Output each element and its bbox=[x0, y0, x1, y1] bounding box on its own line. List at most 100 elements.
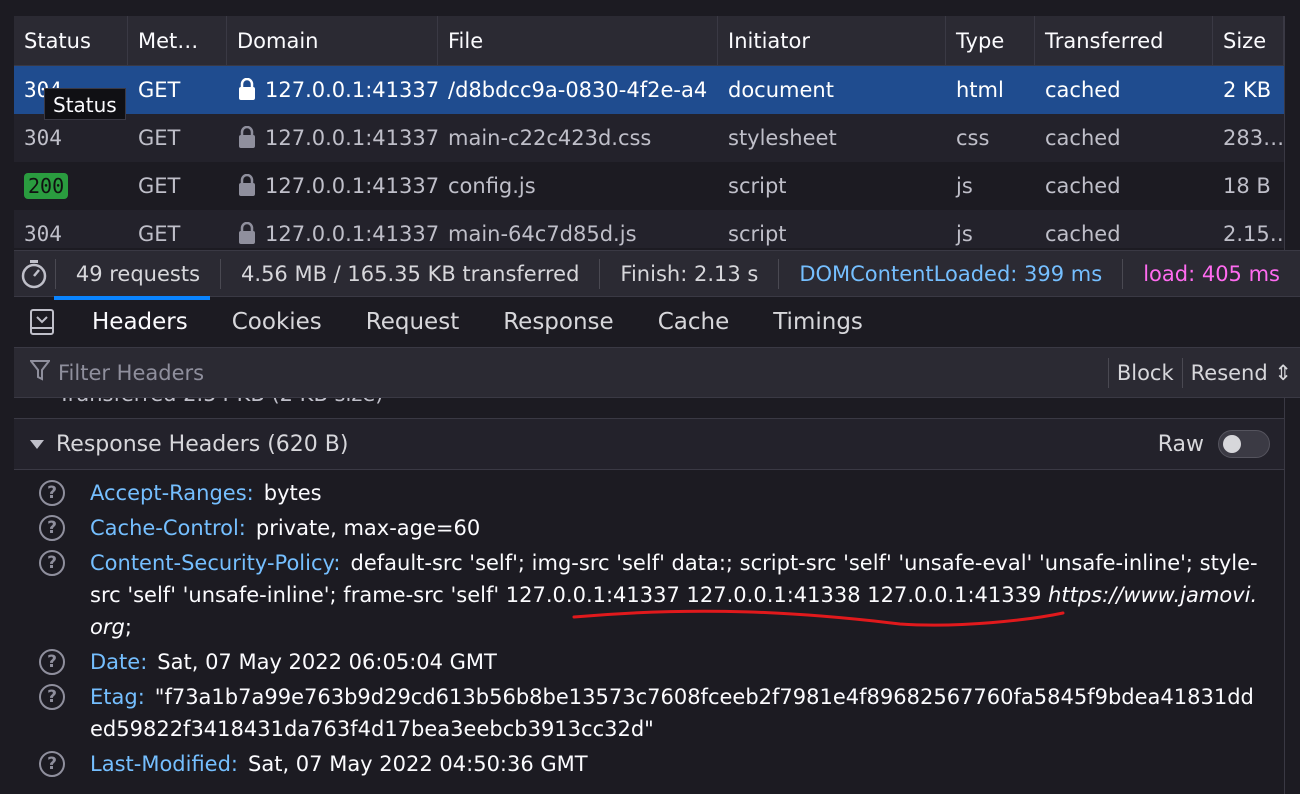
tab-response[interactable]: Response bbox=[481, 297, 635, 347]
headers-list: ? Accept-Ranges: bytes ? Cache-Control: pr… bbox=[14, 470, 1284, 780]
help-icon[interactable]: ? bbox=[39, 684, 65, 710]
table-row[interactable]: 304 GET 127.0.0.1:41337 /d8bdcc9a-0830-4… bbox=[14, 66, 1284, 114]
header-row[interactable]: ? Cache-Control: private, max-age=60 bbox=[14, 509, 1284, 544]
transferred-cell: cached bbox=[1045, 222, 1121, 246]
header-value: bytes bbox=[263, 481, 322, 505]
details-scrollbar[interactable] bbox=[1284, 398, 1300, 794]
status-cell: 304 bbox=[24, 222, 62, 246]
raw-toggle-wrapper: Raw bbox=[1158, 430, 1270, 458]
initiator-cell: script bbox=[728, 222, 787, 246]
resend-label: Resend bbox=[1190, 360, 1268, 385]
chevron-updown-icon: ⇕ bbox=[1274, 360, 1292, 385]
type-cell: css bbox=[956, 126, 990, 150]
header-value: private, max-age=60 bbox=[255, 516, 481, 540]
domain-text: 127.0.0.1:41337 bbox=[265, 78, 438, 102]
tab-headers[interactable]: Headers bbox=[54, 296, 210, 347]
size-cell: 18 B bbox=[1223, 174, 1271, 198]
stopwatch-icon[interactable] bbox=[14, 258, 56, 289]
response-headers-section[interactable]: Response Headers (620 B) Raw bbox=[14, 418, 1284, 470]
header-row[interactable]: ? Last-Modified: Sat, 07 May 2022 04:50:3… bbox=[14, 745, 1284, 780]
table-row[interactable]: 304 GET 127.0.0.1:41337 main-64c7d85d.js… bbox=[14, 210, 1284, 248]
tab-cache[interactable]: Cache bbox=[636, 297, 752, 347]
status-summary-bar: 49 requests 4.56 MB / 165.35 KB transfer… bbox=[14, 250, 1300, 296]
domcontentloaded-time: DOMContentLoaded: 399 ms bbox=[779, 258, 1124, 289]
method-cell: GET bbox=[138, 126, 181, 150]
headers-panel: Transferred 2.54 KB (2 KB size) Response… bbox=[14, 398, 1284, 794]
top-strip bbox=[0, 0, 1300, 16]
tab-cookies[interactable]: Cookies bbox=[210, 297, 344, 347]
domain-text: 127.0.0.1:41337 bbox=[265, 174, 438, 198]
header-name: Content-Security-Policy: bbox=[90, 551, 341, 575]
filter-icon bbox=[28, 359, 52, 386]
header-name: Cache-Control: bbox=[90, 516, 246, 540]
domain-cell: 127.0.0.1:41337 bbox=[227, 210, 438, 248]
column-header-type[interactable]: Type bbox=[946, 16, 1035, 65]
block-button[interactable]: Block bbox=[1107, 357, 1182, 388]
raw-label: Raw bbox=[1157, 431, 1204, 457]
file-cell: /d8bdcc9a-0830-4f2e-a4 bbox=[448, 78, 708, 102]
lock-icon bbox=[237, 69, 257, 100]
initiator-cell: stylesheet bbox=[728, 126, 837, 150]
status-cell: 200 bbox=[14, 162, 128, 210]
table-header: Status Met… Domain File Initiator Type T… bbox=[14, 16, 1284, 66]
header-row[interactable]: ? Content-Security-Policy: default-src 's… bbox=[14, 544, 1284, 643]
domain-text: 127.0.0.1:41337 bbox=[265, 222, 438, 246]
method-cell: GET bbox=[138, 78, 181, 102]
help-icon[interactable]: ? bbox=[39, 649, 65, 675]
domain-cell: 127.0.0.1:41337 bbox=[227, 114, 438, 162]
status-cell: 304 bbox=[24, 126, 62, 150]
tab-timings[interactable]: Timings bbox=[751, 297, 885, 347]
header-value: "f73a1b7a99e763b9d29cd613b56b8be13573c76… bbox=[90, 685, 1254, 741]
requests-scrollbar[interactable] bbox=[1284, 16, 1300, 250]
finish-time: Finish: 2.13 s bbox=[600, 258, 780, 289]
expand-caret-icon[interactable] bbox=[30, 439, 44, 449]
header-row[interactable]: ? Accept-Ranges: bytes bbox=[14, 474, 1284, 509]
header-row[interactable]: ? Date: Sat, 07 May 2022 06:05:04 GMT bbox=[14, 643, 1284, 678]
raw-toggle[interactable] bbox=[1218, 430, 1270, 458]
type-cell: js bbox=[956, 222, 973, 246]
load-time: load: 405 ms bbox=[1143, 261, 1280, 286]
column-header-status[interactable]: Status bbox=[14, 16, 128, 65]
previous-section-cutoff: Transferred 2.54 KB (2 KB size) bbox=[14, 398, 1284, 418]
header-value-tail: ; bbox=[124, 615, 132, 639]
header-row[interactable]: ? Etag: "f73a1b7a99e763b9d29cd613b56b8be1… bbox=[14, 678, 1284, 745]
method-cell: GET bbox=[138, 222, 181, 246]
status-badge: 200 bbox=[24, 173, 69, 199]
column-header-domain[interactable]: Domain bbox=[227, 16, 438, 65]
header-value: Sat, 07 May 2022 04:50:36 GMT bbox=[248, 752, 588, 776]
cutoff-text: Transferred 2.54 KB (2 KB size) bbox=[58, 398, 383, 406]
column-header-initiator[interactable]: Initiator bbox=[718, 16, 946, 65]
type-cell: js bbox=[956, 174, 973, 198]
help-icon[interactable]: ? bbox=[39, 480, 65, 506]
left-strip bbox=[0, 0, 14, 794]
header-name: Date: bbox=[90, 650, 148, 674]
tab-request[interactable]: Request bbox=[344, 297, 481, 347]
initiator-cell: script bbox=[728, 174, 787, 198]
column-header-file[interactable]: File bbox=[438, 16, 718, 65]
status-tooltip: Status bbox=[44, 88, 126, 120]
size-cell: 2.15… bbox=[1223, 222, 1284, 246]
requests-table: Status Met… Domain File Initiator Type T… bbox=[14, 16, 1284, 248]
domain-text: 127.0.0.1:41337 bbox=[265, 126, 438, 150]
help-icon[interactable]: ? bbox=[39, 515, 65, 541]
help-icon[interactable]: ? bbox=[39, 550, 65, 576]
resend-button[interactable]: Resend ⇕ bbox=[1181, 357, 1300, 388]
table-row[interactable]: 200 GET 127.0.0.1:41337 config.js script… bbox=[14, 162, 1284, 210]
size-cell: 2 KB bbox=[1223, 78, 1272, 102]
header-name: Etag: bbox=[90, 685, 145, 709]
file-cell: config.js bbox=[448, 174, 536, 198]
file-cell: main-64c7d85d.js bbox=[448, 222, 637, 246]
toggle-sidebar-icon[interactable] bbox=[14, 297, 70, 347]
column-header-method[interactable]: Met… bbox=[128, 16, 227, 65]
column-header-size[interactable]: Size bbox=[1213, 16, 1284, 65]
method-cell: GET bbox=[138, 174, 181, 198]
initiator-cell: document bbox=[728, 78, 834, 102]
filter-headers-input[interactable] bbox=[58, 360, 758, 385]
table-row[interactable]: 304 GET 127.0.0.1:41337 main-c22c423d.cs… bbox=[14, 114, 1284, 162]
lock-icon bbox=[237, 117, 257, 148]
transferred-cell: cached bbox=[1045, 78, 1121, 102]
column-header-transferred[interactable]: Transferred bbox=[1035, 16, 1213, 65]
details-tabbar: Headers Cookies Request Response Cache T… bbox=[14, 296, 1300, 348]
help-icon[interactable]: ? bbox=[39, 751, 65, 777]
type-cell: html bbox=[956, 78, 1004, 102]
